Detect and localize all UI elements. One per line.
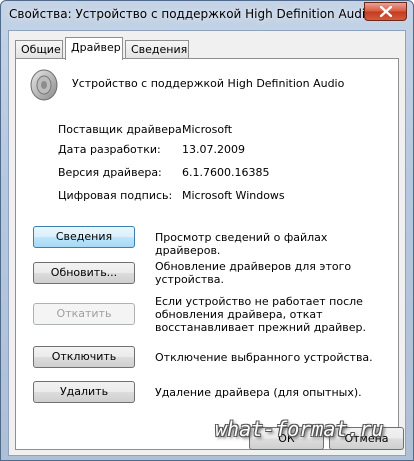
- tab-general[interactable]: Общие: [15, 40, 63, 59]
- tab-strip: Общие Драйвер Сведения: [15, 37, 395, 60]
- title-bar[interactable]: Свойства: Устройство с поддержкой High D…: [1, 1, 413, 28]
- version-label: Версия драйвера:: [58, 166, 162, 179]
- tab-driver[interactable]: Драйвер: [65, 37, 123, 60]
- signature-value: Microsoft Windows: [182, 189, 285, 202]
- signature-label: Цифровая подпись:: [58, 189, 173, 202]
- disable-device-description: Отключение выбранного устройства.: [155, 351, 373, 364]
- watermark: what-format.ru: [215, 417, 384, 441]
- update-driver-button[interactable]: Обновить...: [33, 262, 135, 284]
- version-value: 6.1.7600.16385: [182, 166, 270, 179]
- disable-device-button[interactable]: Отключить: [33, 346, 135, 368]
- update-driver-description: Обновление драйверов для этого устройств…: [155, 260, 352, 286]
- uninstall-driver-description: Удаление драйвера (для опытных).: [155, 386, 362, 399]
- dialog-client-area: Общие Драйвер Сведения Устройство с подд…: [8, 30, 406, 456]
- properties-window: Свойства: Устройство с поддержкой High D…: [0, 0, 414, 461]
- driver-details-description: Просмотр сведений о файлах драйверов.: [155, 231, 328, 257]
- driver-tab-panel: Устройство с поддержкой High Definition …: [15, 58, 399, 450]
- window-title: Свойства: Устройство с поддержкой High D…: [9, 7, 373, 21]
- tab-details-label: Сведения: [131, 43, 188, 56]
- close-button[interactable]: [364, 2, 407, 21]
- close-icon: [379, 6, 392, 17]
- date-label: Дата разработки:: [58, 143, 161, 156]
- device-name: Устройство с поддержкой High Definition …: [72, 77, 345, 90]
- tab-general-label: Общие: [21, 43, 61, 56]
- uninstall-driver-button[interactable]: Удалить: [33, 381, 135, 403]
- provider-label: Поставщик драйвера:: [58, 123, 186, 136]
- tab-driver-label: Драйвер: [71, 41, 121, 54]
- driver-details-button[interactable]: Сведения: [33, 226, 135, 248]
- tab-details[interactable]: Сведения: [125, 40, 189, 59]
- date-value: 13.07.2009: [182, 143, 245, 156]
- rollback-driver-description: Если устройство не работает после обновл…: [155, 295, 366, 334]
- rollback-driver-button[interactable]: Откатить: [33, 303, 135, 325]
- speaker-icon: [30, 69, 58, 101]
- provider-value: Microsoft: [182, 123, 233, 136]
